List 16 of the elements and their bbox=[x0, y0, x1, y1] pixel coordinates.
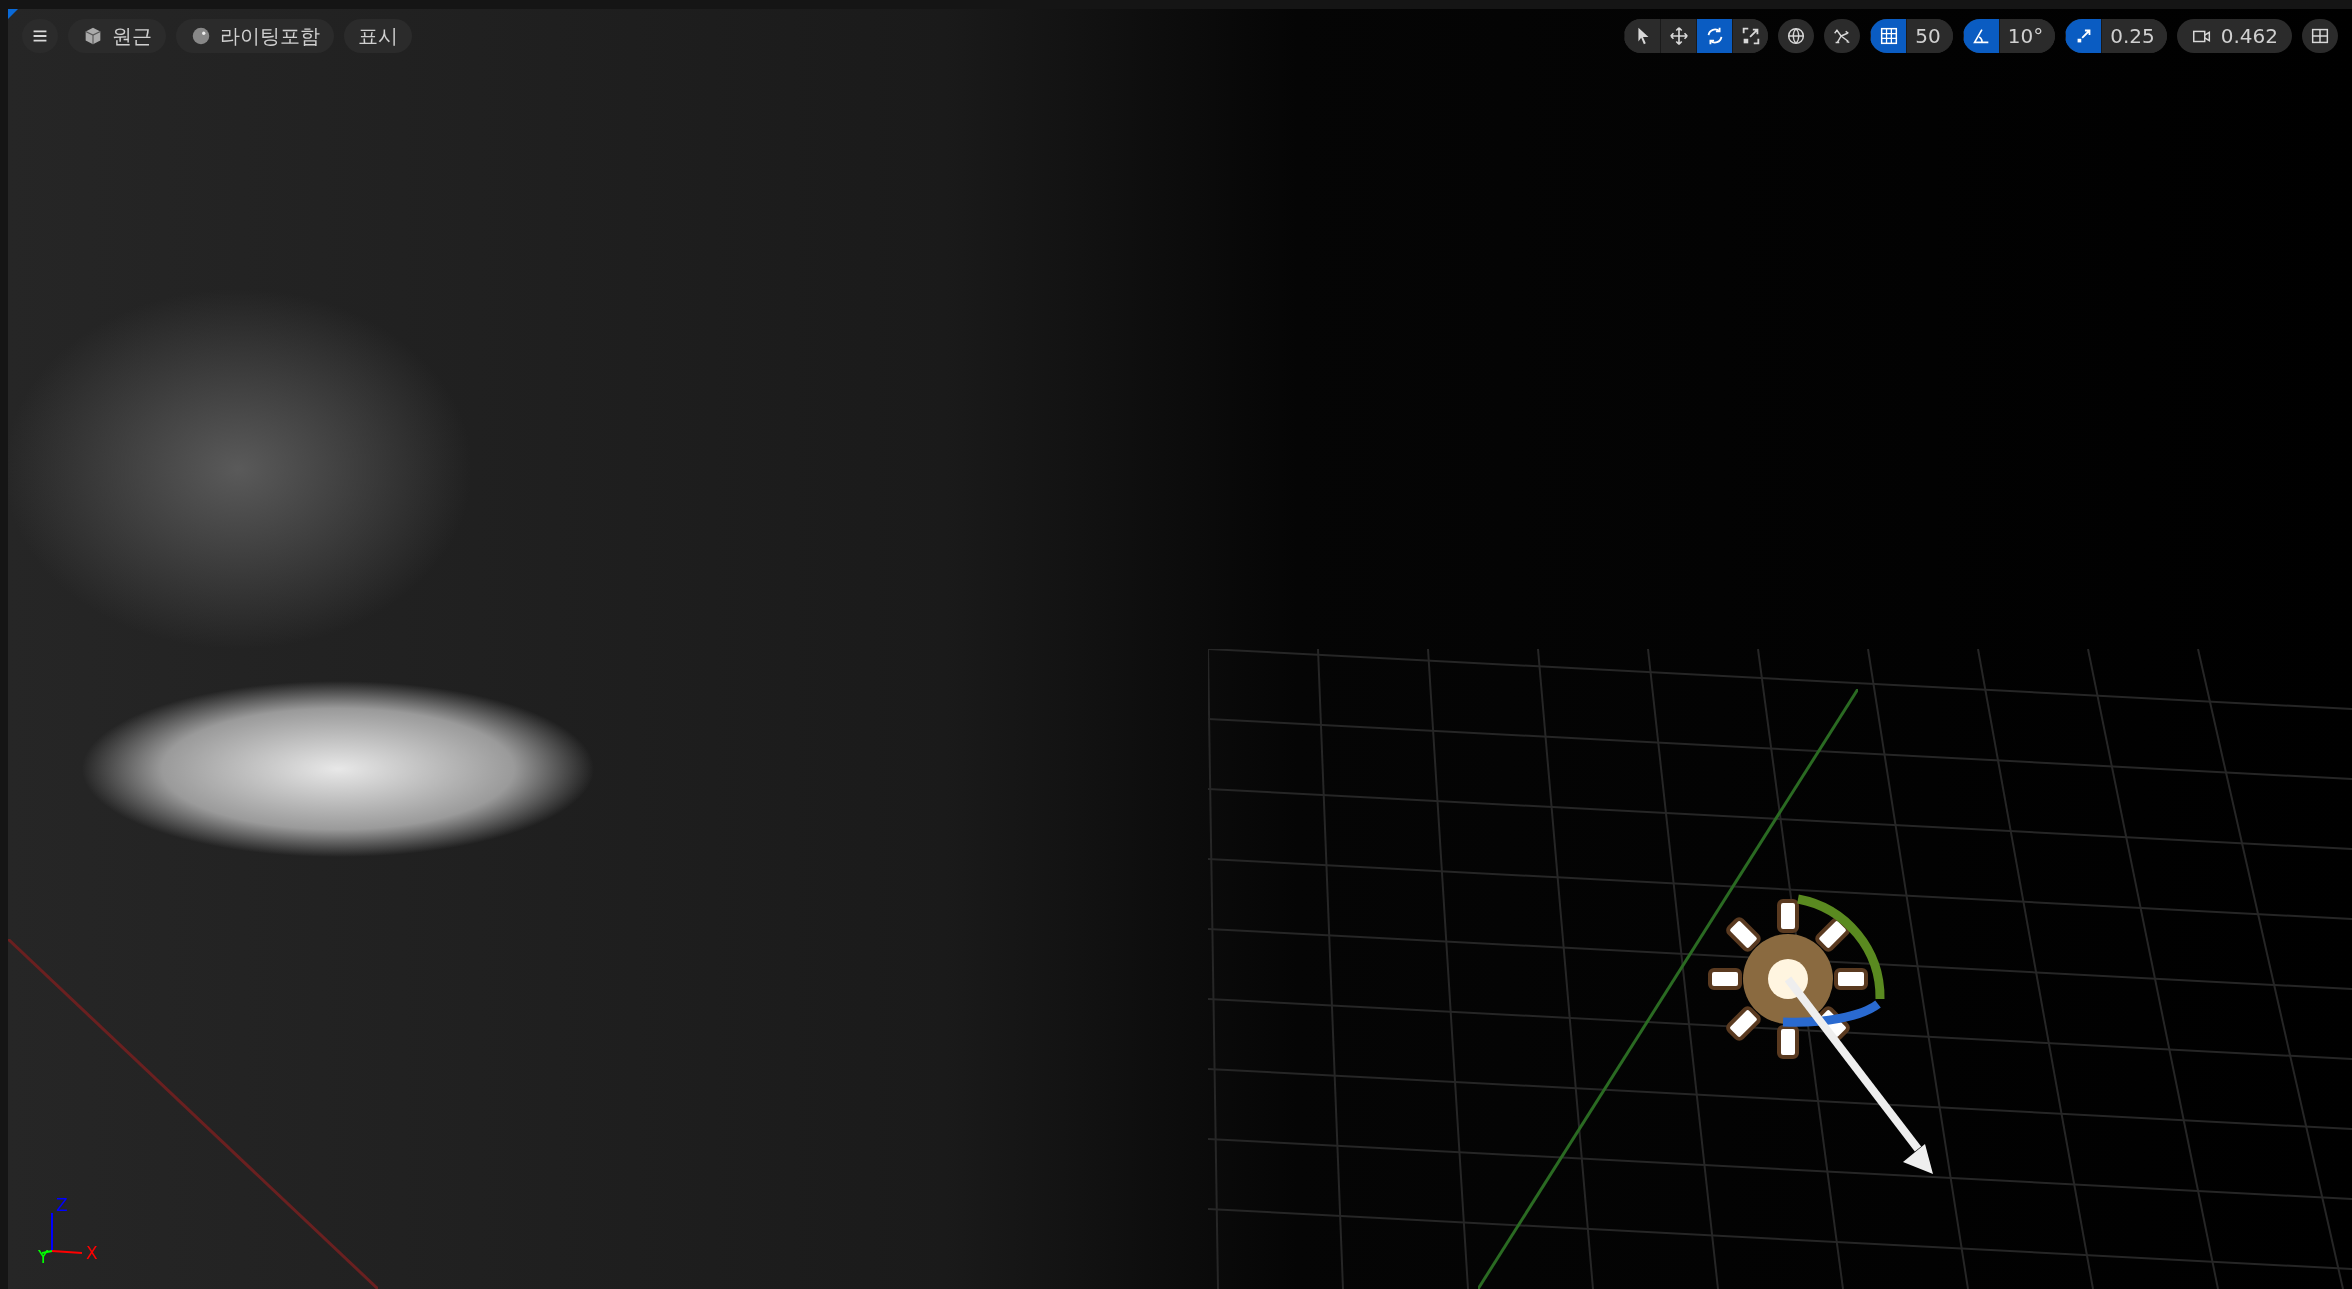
snap-toggle-button[interactable] bbox=[1870, 19, 1907, 53]
axis-label: Z bbox=[56, 1195, 68, 1215]
move-icon bbox=[1667, 25, 1690, 47]
snap-toggle-button[interactable] bbox=[2065, 19, 2102, 53]
view-mode-button[interactable]: 원근 bbox=[68, 19, 166, 53]
view-mode-button[interactable]: 라이팅포함 bbox=[176, 19, 334, 53]
axis-label: X bbox=[86, 1243, 98, 1263]
corner-marker-icon bbox=[8, 9, 18, 19]
transform-tool-button[interactable] bbox=[1696, 19, 1733, 53]
transform-tool-button[interactable] bbox=[1732, 19, 1769, 53]
snap-value-button[interactable]: 50 bbox=[1906, 19, 1953, 53]
camera-speed-button[interactable]: 0.462 bbox=[2176, 19, 2292, 53]
snap-value-button[interactable]: 0.25 bbox=[2101, 19, 2167, 53]
sphere-icon bbox=[190, 25, 212, 47]
view-mode-button[interactable]: 표시 bbox=[344, 19, 412, 53]
snap-value-button[interactable]: 10° bbox=[1998, 19, 2056, 53]
